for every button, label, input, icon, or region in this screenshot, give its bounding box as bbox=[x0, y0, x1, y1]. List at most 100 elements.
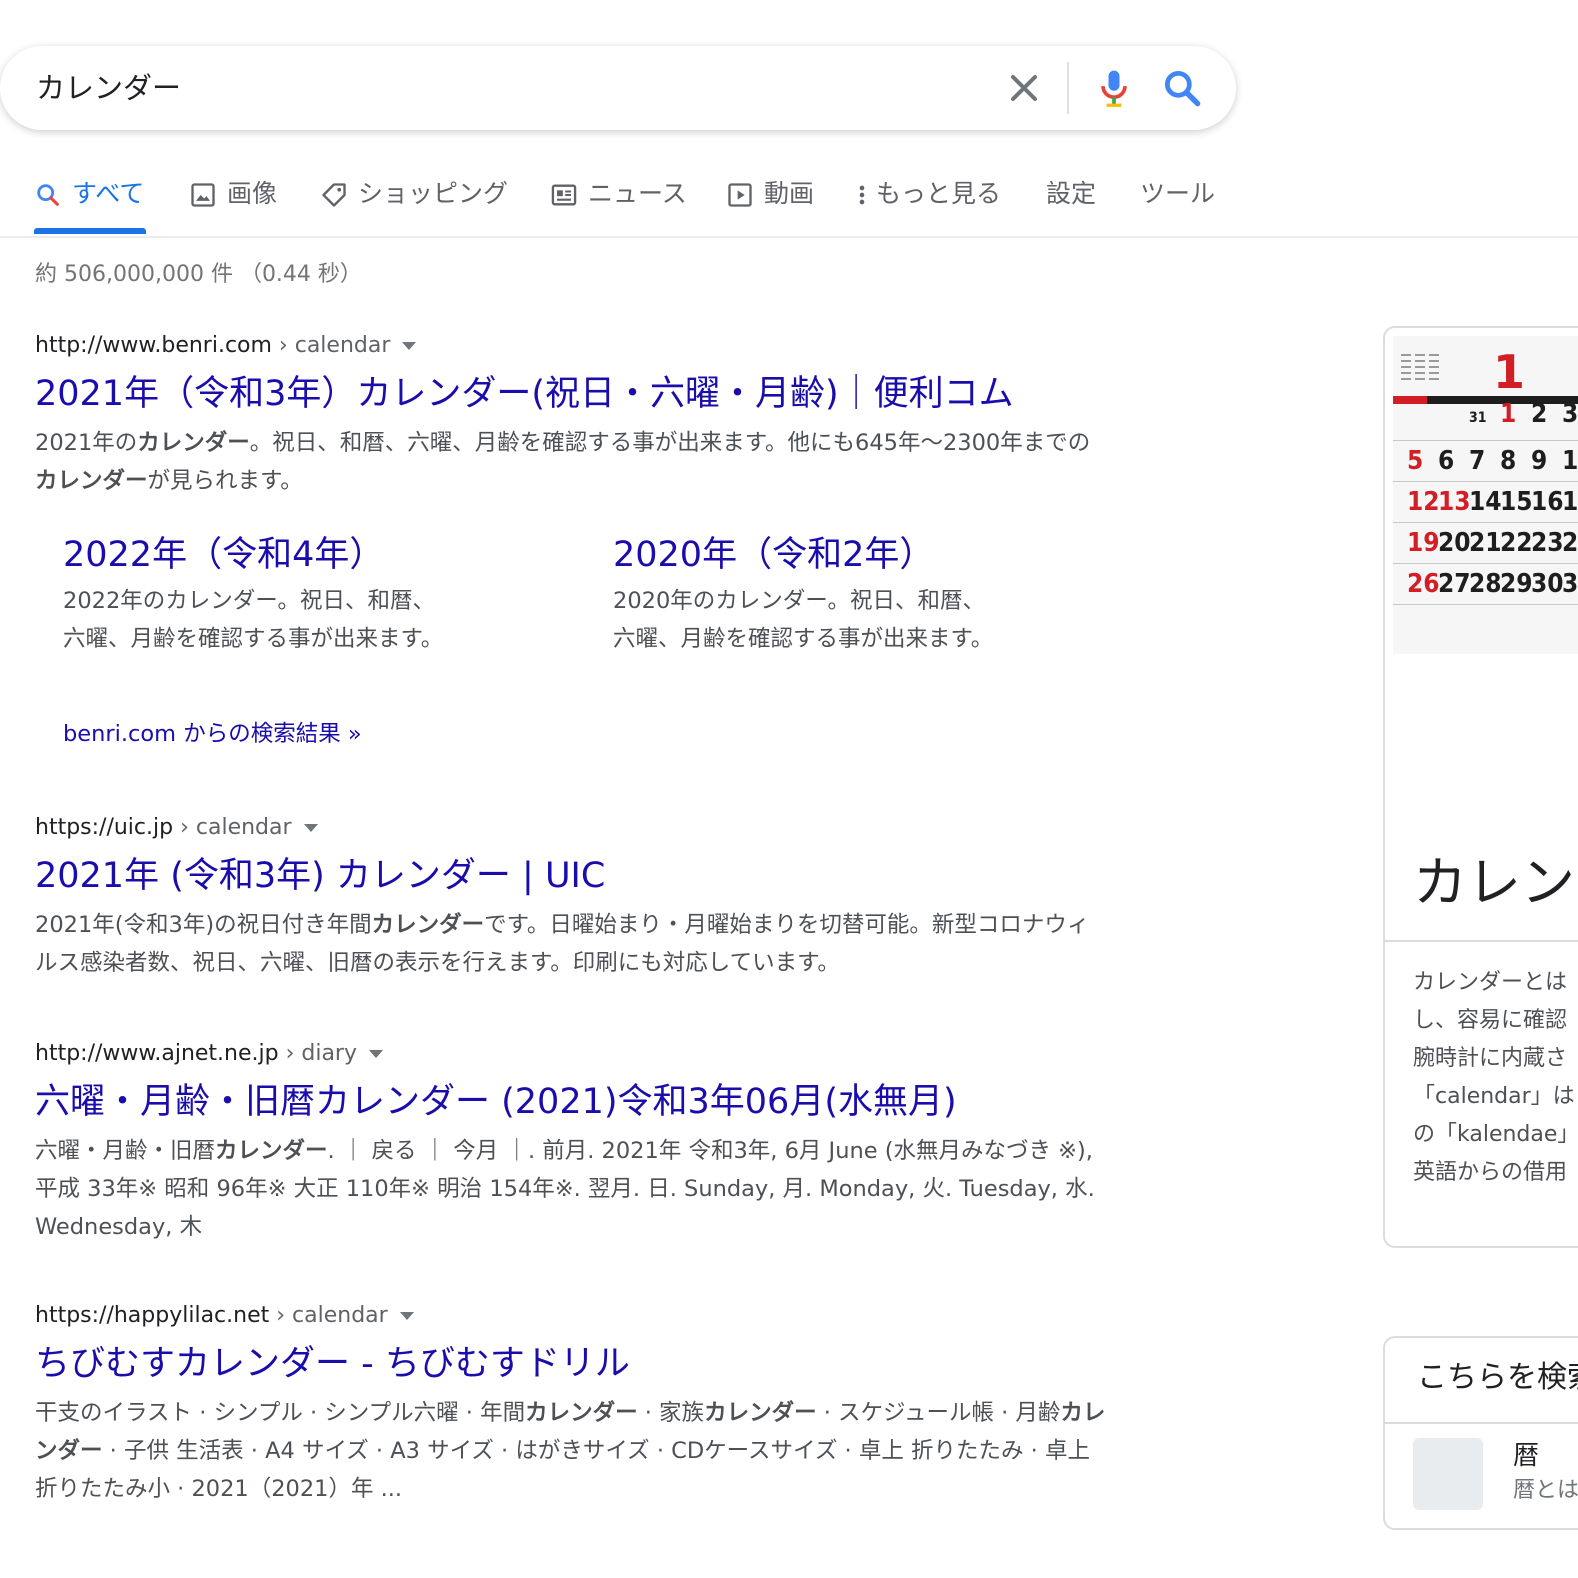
related-thumbnail[interactable] bbox=[1413, 1438, 1483, 1510]
snippet-highlight: カレンダー bbox=[371, 912, 485, 938]
snippet-highlight: カレンダー bbox=[525, 1400, 638, 1426]
knowledge-panel-description: カレンダーとは し、容易に確認 腕時計に内蔵さ 「calendar」は の「ka… bbox=[1413, 964, 1578, 1192]
result-title-link[interactable]: ちびむすカレンダー - ちびむすドリル bbox=[35, 1338, 1110, 1390]
calendar-day: 24 bbox=[1562, 528, 1578, 558]
tab-label: ツール bbox=[1140, 179, 1216, 208]
play-icon bbox=[728, 183, 752, 207]
calendar-day: 8 bbox=[1500, 446, 1516, 476]
desc-line: 腕時計に内蔵さ bbox=[1413, 1046, 1568, 1071]
calendar-day: 1 bbox=[1500, 399, 1516, 429]
search-icon[interactable] bbox=[1160, 66, 1204, 110]
desc-line: 英語からの借用 bbox=[1413, 1160, 1568, 1185]
calendar-day: 12 bbox=[1407, 487, 1440, 517]
calendar-day: 29 bbox=[1500, 569, 1533, 599]
calendar-day: 16 bbox=[1531, 487, 1564, 517]
tabs-divider bbox=[0, 236, 1578, 238]
snippet-text: 。祝日、和暦、六曜、月齢を確認する事が出来ます。他にも645年〜2300年までの bbox=[249, 430, 1091, 456]
tab-shopping[interactable]: ショッピング bbox=[320, 172, 508, 236]
calendar-day: 7 bbox=[1469, 446, 1485, 476]
calendar-day: 19 bbox=[1407, 528, 1440, 558]
mini-month-line bbox=[1429, 366, 1439, 368]
caret-down-icon[interactable] bbox=[369, 1050, 384, 1058]
more-results-link[interactable]: benri.com からの検索結果 » bbox=[63, 716, 362, 752]
calendar-thumbnail: 1311235678910121314151617192021222324262… bbox=[1393, 336, 1578, 654]
tab-label: 画像 bbox=[227, 179, 278, 208]
result-title-link[interactable]: 2021年（令和3年）カレンダー(祝日・六曜・月齢)｜便利コム bbox=[35, 368, 1110, 420]
mini-month-line bbox=[1415, 366, 1425, 368]
sunday-header bbox=[1393, 396, 1427, 404]
result-url[interactable]: http://www.benri.com › calendar bbox=[35, 330, 1110, 362]
result-url[interactable]: http://www.ajnet.ne.jp › diary bbox=[35, 1038, 1110, 1070]
calendar-day: 14 bbox=[1469, 487, 1502, 517]
calendar-row-line bbox=[1393, 563, 1578, 564]
result-path: › calendar bbox=[269, 1303, 388, 1328]
active-tab-indicator bbox=[34, 228, 146, 234]
calendar-day: 6 bbox=[1438, 446, 1454, 476]
tab-label: もっと見る bbox=[876, 179, 1002, 208]
result-snippet: 干支のイラスト · シンプル · シンプル六曜 · 年間カレンダー · 家族カレ… bbox=[35, 1394, 1110, 1508]
related-item-name[interactable]: 暦 bbox=[1513, 1438, 1539, 1474]
calendar-day: 2 bbox=[1531, 399, 1547, 429]
calendar-day: 23 bbox=[1531, 528, 1564, 558]
tab-all[interactable]: すべて bbox=[34, 172, 144, 236]
search-bar[interactable]: カレンダー bbox=[0, 46, 1236, 130]
result-url[interactable]: https://uic.jp › calendar bbox=[35, 812, 1110, 844]
tab-tools[interactable]: ツール bbox=[1140, 172, 1215, 236]
sitelink-title[interactable]: 2022年（令和4年） bbox=[63, 532, 453, 578]
snippet-highlight: カレンダー bbox=[215, 1138, 328, 1164]
close-icon[interactable] bbox=[1002, 66, 1046, 110]
mini-month-line bbox=[1401, 354, 1411, 356]
mini-month-line bbox=[1415, 354, 1425, 356]
search-input[interactable]: カレンダー bbox=[36, 68, 181, 108]
result-title-link[interactable]: 2021年 (令和3年) カレンダー | UIC bbox=[35, 850, 1110, 902]
snippet-highlight: カレンダー bbox=[137, 430, 250, 456]
result-snippet: 2021年(令和3年)の祝日付き年間カレンダーです。日曜始まり・月曜始まりを切替… bbox=[35, 906, 1110, 982]
result-domain: http://www.benri.com bbox=[35, 333, 272, 358]
sitelink-title[interactable]: 2020年（令和2年） bbox=[613, 532, 1003, 578]
tab-images[interactable]: 画像 bbox=[189, 172, 277, 236]
snippet-highlight: カレンダー bbox=[704, 1400, 817, 1426]
result-title-link[interactable]: 六曜・月齢・旧暦カレンダー (2021)令和3年06月(水無月) bbox=[35, 1076, 1110, 1128]
more-vert-icon bbox=[859, 185, 865, 205]
calendar-day: 13 bbox=[1438, 487, 1471, 517]
tab-label: 動画 bbox=[764, 179, 815, 208]
result-domain: http://www.ajnet.ne.jp bbox=[35, 1041, 279, 1066]
result-stats: 約 506,000,000 件 （0.44 秒） bbox=[35, 262, 362, 287]
related-heading: こちらを検索 bbox=[1417, 1360, 1578, 1395]
snippet-highlight: カレンダー bbox=[35, 468, 148, 494]
calendar-day: 31 bbox=[1469, 410, 1487, 426]
calendar-day: 22 bbox=[1500, 528, 1533, 558]
sitelink-desc: 2022年のカレンダー。祝日、和暦、六曜、月齢を確認する事が出来ます。 bbox=[63, 588, 444, 652]
snippet-text: 干支のイラスト · シンプル · シンプル六曜 · 年間 bbox=[35, 1400, 526, 1426]
tab-settings[interactable]: 設定 bbox=[1046, 172, 1096, 236]
calendar-day: 17 bbox=[1562, 487, 1578, 517]
search-result: http://www.ajnet.ne.jp › diary 六曜・月齢・旧暦カ… bbox=[35, 1038, 1110, 1246]
search-result: https://uic.jp › calendar 2021年 (令和3年) カ… bbox=[35, 812, 1110, 982]
caret-down-icon[interactable] bbox=[303, 824, 318, 832]
search-result: https://happylilac.net › calendar ちびむすカレ… bbox=[35, 1300, 1110, 1508]
calendar-month-number: 1 bbox=[1493, 345, 1525, 399]
microphone-icon[interactable] bbox=[1092, 66, 1136, 110]
mini-month-line bbox=[1401, 366, 1411, 368]
tab-more[interactable]: もっと見る bbox=[852, 172, 1001, 236]
mini-month-line bbox=[1401, 372, 1411, 374]
tab-news[interactable]: ニュース bbox=[550, 172, 687, 236]
result-path: › calendar bbox=[173, 815, 292, 840]
caret-down-icon[interactable] bbox=[402, 342, 417, 350]
calendar-day: 10 bbox=[1562, 446, 1578, 476]
mini-month-line bbox=[1401, 378, 1411, 380]
tab-videos[interactable]: 動画 bbox=[726, 172, 814, 236]
result-url[interactable]: https://happylilac.net › calendar bbox=[35, 1300, 1110, 1332]
caret-down-icon[interactable] bbox=[399, 1312, 414, 1320]
calendar-image[interactable]: 1311235678910121314151617192021222324262… bbox=[1393, 336, 1578, 654]
snippet-text: 2021年(令和3年)の祝日付き年間 bbox=[35, 912, 372, 938]
mini-month-line bbox=[1415, 378, 1425, 380]
calendar-day: 30 bbox=[1531, 569, 1564, 599]
calendar-row-line bbox=[1393, 522, 1578, 523]
calendar-day: 28 bbox=[1469, 569, 1502, 599]
snippet-text: · 家族 bbox=[637, 1400, 705, 1426]
calendar-day: 3 bbox=[1562, 399, 1578, 429]
calendar-day: 27 bbox=[1438, 569, 1471, 599]
search-result: http://www.benri.com › calendar 2021年（令和… bbox=[35, 330, 1110, 500]
desc-line: カレンダーとは bbox=[1413, 970, 1568, 995]
